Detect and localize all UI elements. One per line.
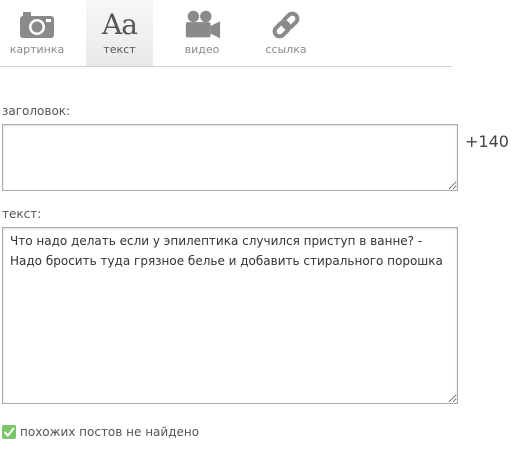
status-text: похожих постов не найдено — [20, 425, 200, 439]
text-aa-icon: Aa — [102, 8, 138, 41]
title-field[interactable] — [2, 124, 458, 191]
similar-posts-status: похожих постов не найдено — [2, 424, 199, 440]
tab-label: картинка — [9, 43, 65, 56]
tab-label: ссылка — [265, 43, 307, 56]
tab-label: текст — [103, 43, 136, 56]
post-type-tabs: картинка Aa текст видео ссылка — [0, 0, 452, 67]
character-counter: +140 — [465, 132, 509, 151]
tab-link[interactable]: ссылка — [250, 0, 322, 66]
tab-text[interactable]: Aa текст — [86, 0, 153, 66]
text-field[interactable] — [2, 227, 458, 404]
post-editor: картинка Aa текст видео ссылка заголовок… — [0, 0, 521, 450]
link-chain-icon — [266, 8, 306, 42]
video-camera-icon — [182, 8, 222, 42]
tab-label: видео — [184, 43, 220, 56]
checkmark-icon — [2, 425, 16, 439]
text-label: текст: — [2, 207, 42, 221]
tab-video[interactable]: видео — [166, 0, 238, 66]
camera-icon — [17, 8, 57, 42]
tab-picture[interactable]: картинка — [2, 0, 72, 66]
title-label: заголовок: — [2, 104, 71, 118]
